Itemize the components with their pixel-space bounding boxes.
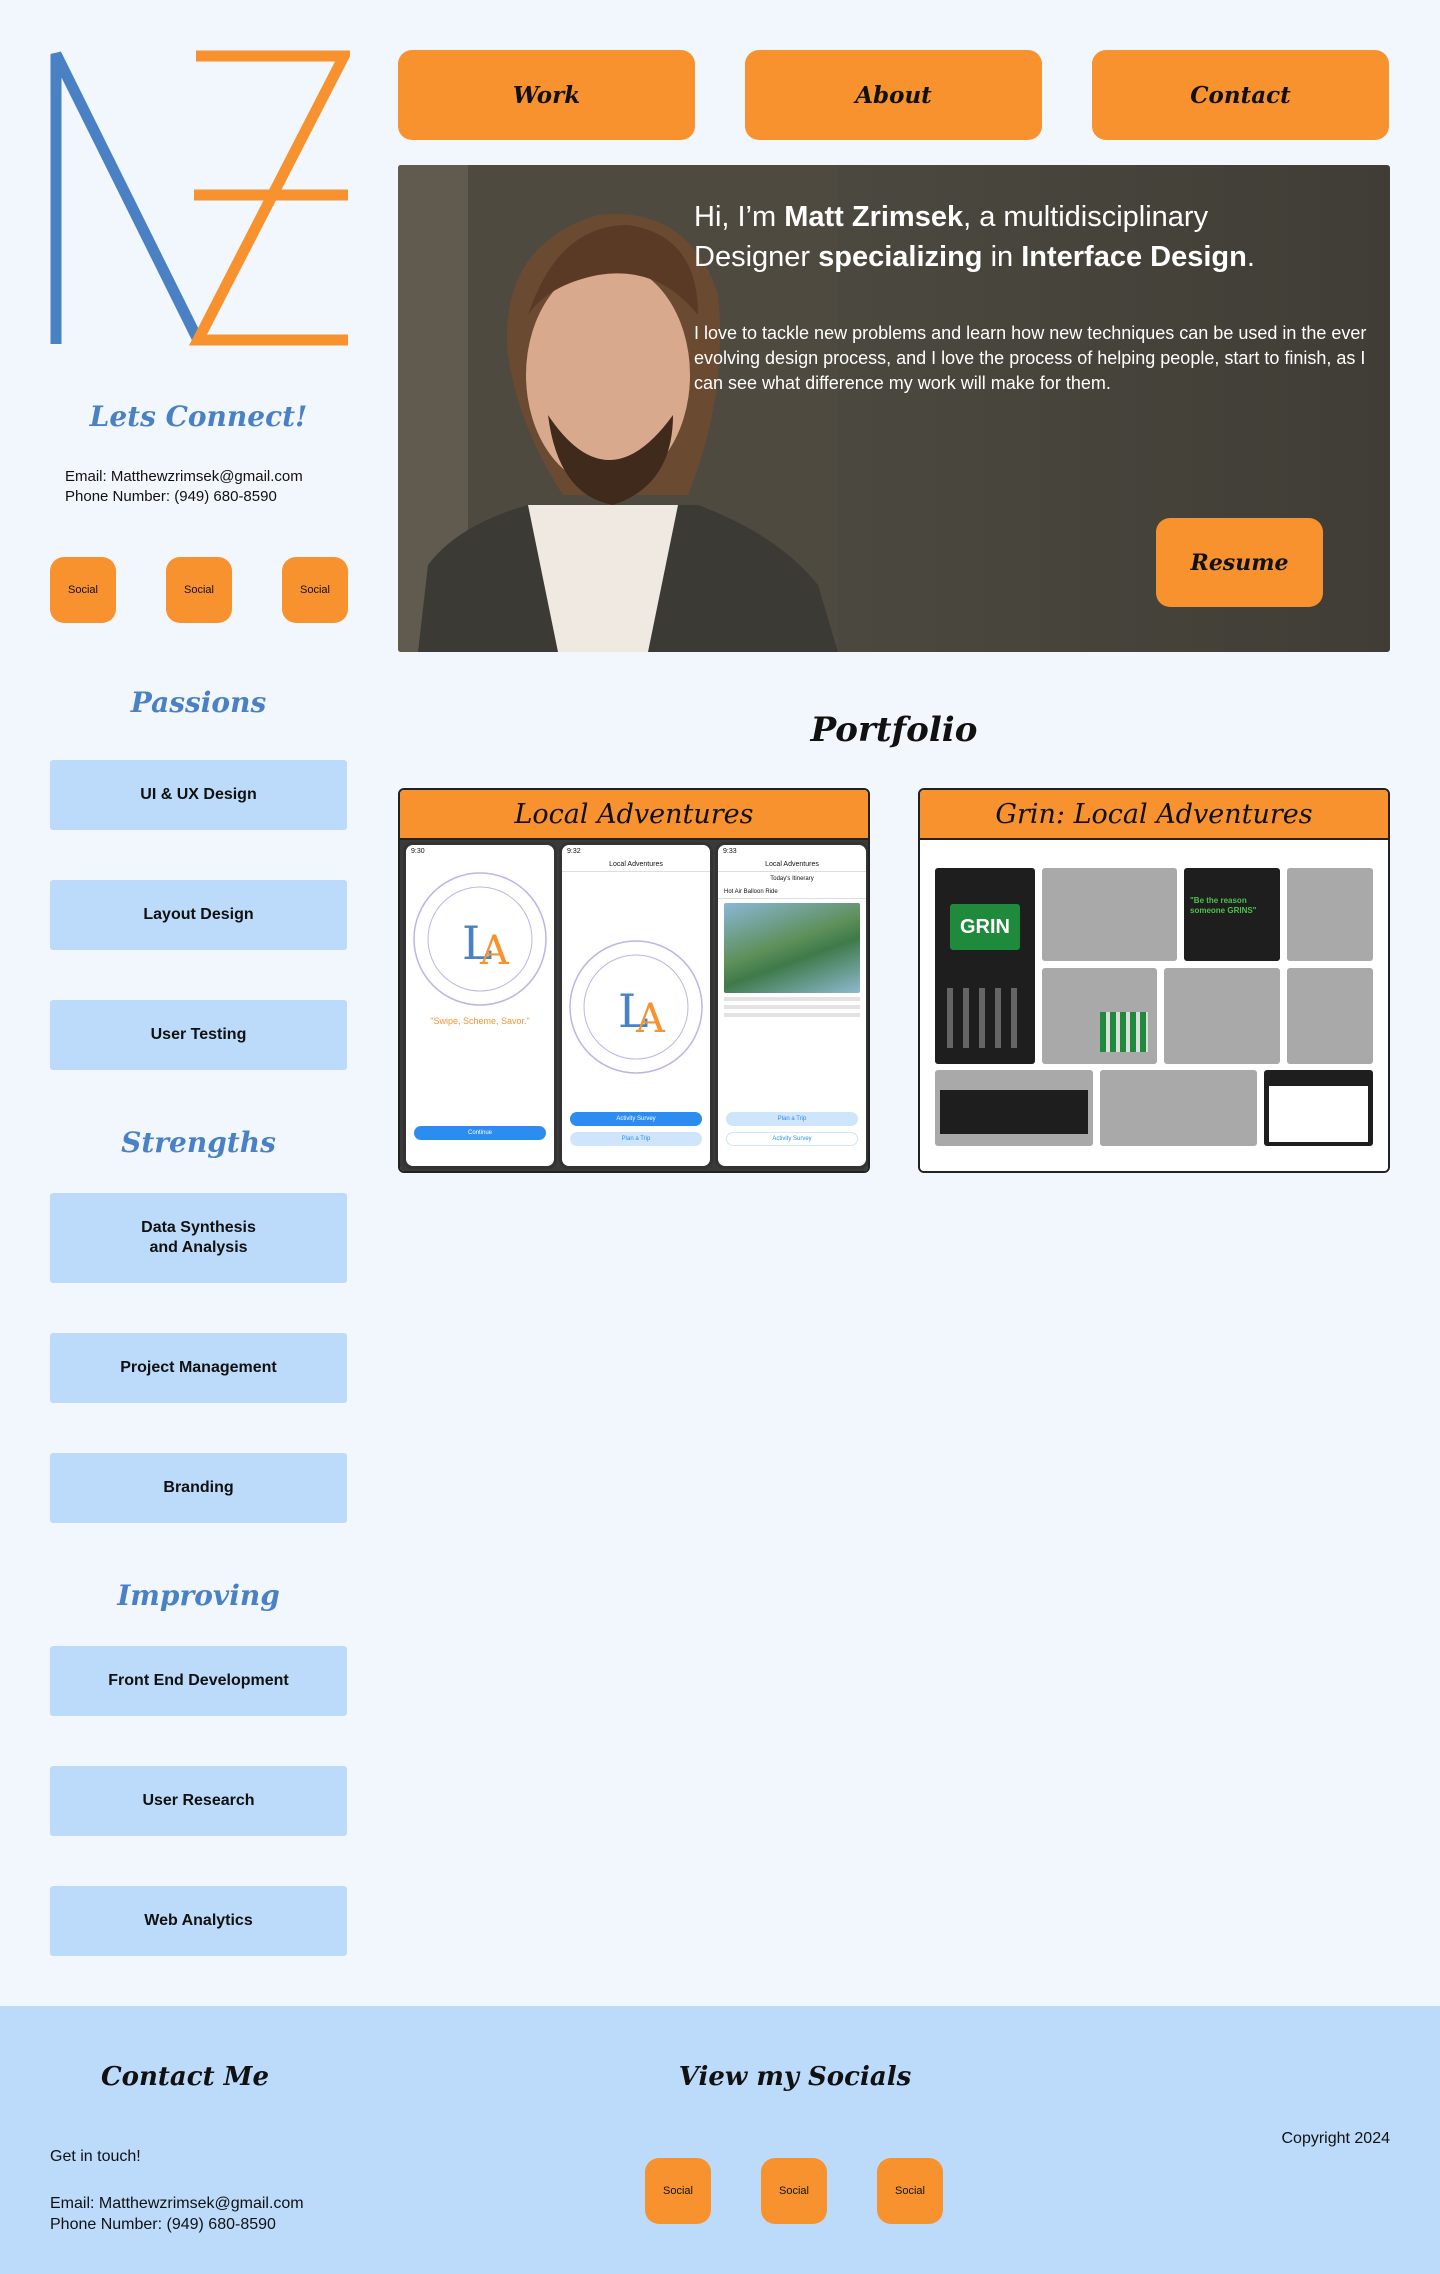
portfolio-card-local-adventures[interactable]: Local Adventures 9:30 L A "Swipe, Scheme… [398, 788, 870, 1173]
phone-time-1: 9:30 [411, 848, 425, 855]
grin-mobile-controls-tile [1164, 968, 1280, 1064]
footer: Contact Me Get in touch! Email: Matthewz… [0, 2006, 1440, 2274]
strength-item-project-management: Project Management [50, 1333, 347, 1403]
resume-button[interactable]: Resume [1156, 518, 1323, 607]
footer-social-button-1[interactable]: Social [645, 2158, 711, 2224]
local-adventures-logo: L A [413, 872, 547, 1006]
phone-activity-survey-button: Activity Survey [570, 1112, 702, 1126]
sidebar-social-button-3[interactable]: Social [282, 557, 348, 623]
intro-hi: Hi, I’m [694, 201, 785, 233]
grin-style-guide: GRIN "Be the reason someone GRINS" [920, 840, 1388, 1171]
intro-l2a: Designer [694, 241, 819, 274]
sidebar-email: Email: Matthewzrimsek@gmail.com [65, 468, 303, 485]
passion-item-user-testing: User Testing [50, 1000, 347, 1070]
intro-name: Matt Zrimsek [784, 201, 964, 233]
footer-social-button-3[interactable]: Social [877, 2158, 943, 2224]
hero-body: I love to tackle new problems and learn … [694, 323, 1367, 393]
footer-contact-title: Contact Me [100, 2062, 269, 2092]
improving-item-front-end: Front End Development [50, 1646, 347, 1716]
grin-slogan: "Be the reason someone GRINS" [1190, 896, 1257, 915]
hero-section: Hi, I’m Matt Zrimsek, a multidisciplinar… [398, 165, 1390, 652]
grin-navigation-tile [935, 1070, 1093, 1146]
grin-typography-tile [1042, 868, 1177, 961]
sidebar-social-button-2[interactable]: Social [166, 557, 232, 623]
phone-plan-trip-button: Plan a Trip [570, 1132, 702, 1146]
local-adventures-logo-2: L A [569, 940, 703, 1074]
passions-title: Passions [130, 686, 267, 719]
passion-item-ui-ux: UI & UX Design [50, 760, 347, 830]
sidebar-social-button-1[interactable]: Social [50, 557, 116, 623]
card-title-grin: Grin: Local Adventures [920, 790, 1388, 840]
grin-phone-components-tile [1100, 1070, 1257, 1146]
phone-mockup-splash: 9:30 L A "Swipe, Scheme, Savor." Continu… [403, 842, 557, 1169]
sidebar-phone: Phone Number: (949) 680-8590 [65, 488, 277, 506]
phone-plan-trip-button-3: Plan a Trip [726, 1112, 858, 1126]
footer-contact-info: Email: Matthewzrimsek@gmail.com Phone Nu… [50, 2194, 304, 2236]
card-title-local-adventures: Local Adventures [400, 790, 868, 840]
phone-header-3: Local Adventures [718, 858, 866, 872]
phone-tagline: "Swipe, Scheme, Savor." [430, 1016, 530, 1026]
phone-activity-survey-button-3: Activity Survey [726, 1132, 858, 1146]
nav-about-button[interactable]: About [745, 50, 1042, 140]
mz-logo[interactable] [48, 50, 350, 346]
portfolio-card-grin[interactable]: Grin: Local Adventures GRIN "Be the reas… [918, 788, 1390, 1173]
intro-l2c: in [982, 241, 1022, 274]
footer-socials-title: View my Socials [678, 2062, 912, 2092]
hero-intro: Hi, I’m Matt Zrimsek, a multidisciplinar… [694, 197, 1354, 277]
footer-social-button-2[interactable]: Social [761, 2158, 827, 2224]
phone-header-2: Local Adventures [562, 858, 710, 872]
intro-mid: , a multidisciplinary [963, 201, 1209, 233]
improving-item-user-research: User Research [50, 1766, 347, 1836]
phone-continue-button: Continue [414, 1126, 546, 1140]
grin-logo: GRIN [950, 904, 1020, 950]
passion-item-layout: Layout Design [50, 880, 347, 950]
phone-itinerary: Today's Itinerary [770, 876, 814, 882]
footer-get-in-touch: Get in touch! [50, 2148, 141, 2165]
phone-time-3: 9:33 [723, 848, 737, 855]
grin-spacing-tile [1287, 868, 1373, 961]
phone-ride: Hot Air Balloon Ride [718, 886, 866, 899]
grin-web-components-tile [1264, 1070, 1373, 1146]
portfolio-title: Portfolio [810, 710, 978, 750]
phone-mockup-itinerary: 9:33 Local Adventures Today's Itinerary … [715, 842, 868, 1169]
grin-color-tile [1042, 968, 1157, 1064]
strength-item-branding: Branding [50, 1453, 347, 1523]
strengths-title: Strengths [121, 1126, 276, 1159]
phone-mockup-home: 9:32 Local Adventures L A Activity Surve… [559, 842, 713, 1169]
phone-time-2: 9:32 [567, 848, 581, 855]
phone-balloon-photo [724, 903, 860, 993]
grin-slogan-tile: "Be the reason someone GRINS" [1184, 868, 1280, 961]
improving-item-web-analytics: Web Analytics [50, 1886, 347, 1956]
svg-text:A: A [479, 928, 510, 974]
intro-l2e: . [1246, 241, 1255, 274]
grin-icons [947, 988, 1023, 1048]
footer-phone: Phone Number: (949) 680-8590 [50, 2215, 276, 2233]
intro-l2b: specializing [818, 241, 983, 274]
improving-title: Improving [117, 1579, 280, 1612]
intro-l2d: Interface Design [1021, 241, 1247, 274]
strength-item-data-synthesis: Data Synthesis and Analysis [50, 1193, 347, 1283]
connect-title: Lets Connect! [89, 400, 308, 433]
sidebar-contact-info: Email: Matthewzrimsek@gmail.com Phone Nu… [65, 467, 303, 508]
grin-web-buttons-tile [1287, 968, 1373, 1064]
nav-contact-button[interactable]: Contact [1092, 50, 1389, 140]
grin-primary-logo-tile: GRIN [935, 868, 1035, 1064]
footer-email: Email: Matthewzrimsek@gmail.com [50, 2195, 304, 2212]
svg-text:A: A [635, 996, 666, 1042]
nav-work-button[interactable]: Work [398, 50, 695, 140]
footer-copyright: Copyright 2024 [1281, 2130, 1390, 2147]
